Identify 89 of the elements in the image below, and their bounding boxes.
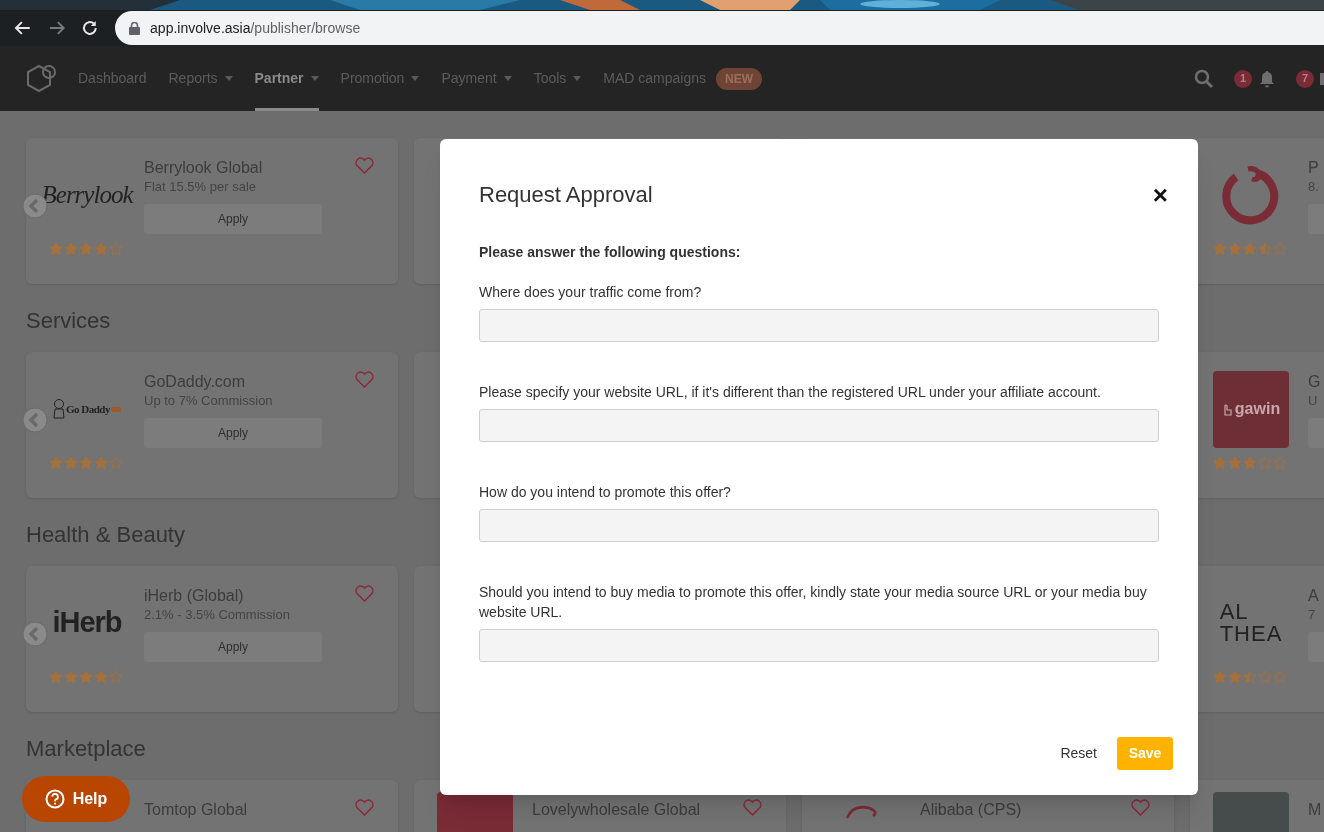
back-arrow-icon[interactable] — [14, 19, 32, 37]
star-icon — [109, 456, 123, 470]
star-icon — [1213, 456, 1227, 470]
question-label: How do you intend to promote this offer? — [479, 483, 732, 502]
star-icon — [1213, 670, 1227, 684]
answer-field[interactable] — [479, 629, 1159, 662]
star-icon — [94, 242, 108, 256]
section-heading: Health & Beauty — [26, 520, 185, 549]
star-icon — [109, 242, 123, 256]
apply-button[interactable]: Apply — [144, 204, 322, 234]
star-icon — [1258, 456, 1272, 470]
reset-button[interactable]: Reset — [1060, 743, 1097, 764]
nav-item[interactable]: Dashboard — [78, 46, 147, 111]
address-bar[interactable]: app.involve.asia/publisher/browse — [115, 11, 1324, 45]
offer-title: G — [1308, 372, 1322, 392]
star-icon — [1228, 670, 1242, 684]
help-button[interactable]: Help — [22, 776, 130, 822]
star-icon — [79, 670, 93, 684]
offer-title: GoDaddy.com — [144, 372, 247, 392]
nav-item[interactable]: Tools — [533, 46, 582, 111]
nav-item[interactable]: Payment — [441, 46, 512, 111]
close-button[interactable]: × — [1152, 182, 1168, 208]
heart-icon[interactable] — [1131, 799, 1150, 816]
nav-item[interactable]: Reports — [168, 46, 233, 111]
heart-icon[interactable] — [355, 371, 374, 388]
nav-item[interactable]: Promotion — [340, 46, 420, 111]
brand-logo: Go Daddy — [66, 401, 110, 417]
star-icon — [1273, 670, 1287, 684]
star-icon — [1228, 456, 1242, 470]
star-icon — [1243, 242, 1257, 256]
star-icon — [1273, 242, 1287, 256]
brand-logo: Berrylook — [41, 180, 133, 211]
apply-button[interactable]: Apply — [144, 418, 322, 448]
question-label: Where does your traffic come from? — [479, 283, 703, 302]
star-icon — [49, 456, 63, 470]
star-icon — [64, 456, 78, 470]
brand-logo: iHerb — [52, 605, 122, 641]
answer-field[interactable] — [479, 409, 1159, 442]
star-icon — [1258, 242, 1272, 256]
dialog-title: Request Approval — [479, 181, 653, 209]
logo-tag-icon — [111, 406, 121, 412]
star-icon — [1243, 670, 1257, 684]
star-icon — [79, 456, 93, 470]
section-heading: Services — [26, 306, 111, 335]
star-icon — [94, 670, 108, 684]
star-icon — [1243, 456, 1257, 470]
heart-icon[interactable] — [355, 799, 374, 816]
nav-item[interactable]: Partner — [254, 46, 319, 111]
star-icon — [1213, 242, 1227, 256]
brand-logo: gawin — [1234, 399, 1281, 419]
heart-icon[interactable] — [355, 157, 374, 174]
search-icon[interactable] — [1194, 68, 1214, 89]
star-icon — [49, 670, 63, 684]
hand-icon — [1221, 402, 1232, 416]
forward-arrow-icon[interactable] — [47, 19, 66, 37]
instructions-text: Please answer the following questions: — [479, 243, 742, 262]
answer-field[interactable] — [479, 509, 1159, 542]
apply-button[interactable]: Apply — [144, 632, 322, 662]
notification-count: 1 — [1234, 69, 1252, 88]
section-heading: Marketplace — [26, 734, 146, 763]
question-label: Should you intend to buy media to promote this offer, kindly state your media source URL or your media buy website URL. — [479, 583, 1148, 622]
offer-title: Tomtop Global — [144, 800, 248, 820]
star-icon — [1273, 456, 1287, 470]
figure-icon — [53, 398, 65, 420]
heart-icon[interactable] — [743, 799, 762, 816]
reload-icon[interactable] — [81, 19, 100, 37]
offer-title: A — [1308, 586, 1320, 606]
star-icon — [1228, 242, 1242, 256]
bell-icon[interactable] — [1258, 69, 1276, 88]
star-icon — [94, 456, 108, 470]
star-icon — [1258, 670, 1272, 684]
save-button[interactable]: Save — [1117, 737, 1173, 770]
star-icon — [79, 242, 93, 256]
answer-field[interactable] — [479, 309, 1159, 342]
offer-title: M — [1308, 800, 1322, 820]
star-icon — [49, 242, 63, 256]
star-icon — [64, 670, 78, 684]
brand-logo-text: THEA — [1219, 623, 1283, 645]
url-text: app.involve.asia/publisher/browse — [150, 18, 361, 38]
heart-icon[interactable] — [355, 585, 374, 602]
lock-icon — [129, 21, 141, 35]
question-mark-icon — [44, 789, 65, 809]
brand-logo-text: AL — [1219, 601, 1250, 623]
star-icon — [109, 670, 123, 684]
notification-count: 7 — [1296, 69, 1314, 88]
nav-item[interactable]: MAD campaigns — [603, 46, 706, 111]
star-icon — [64, 242, 78, 256]
question-label: Please specify your website URL, if it's different than the registered URL under your affiliate account. — [479, 383, 1102, 402]
offer-title: Berrylook Global — [144, 158, 264, 178]
